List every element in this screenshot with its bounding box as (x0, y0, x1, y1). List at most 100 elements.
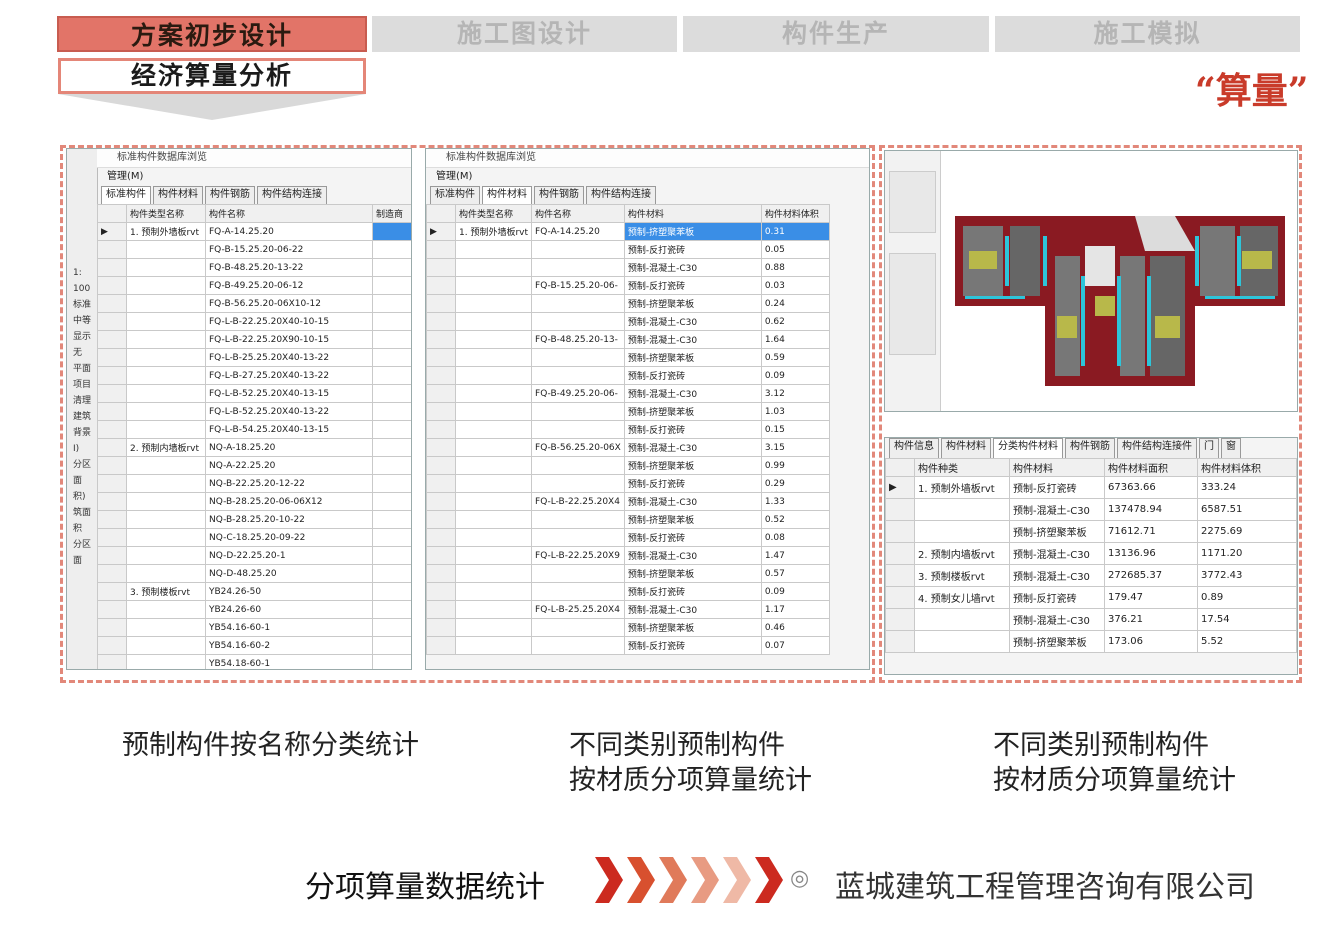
table-row[interactable]: NQ-B-28.25.20-10-22 (97, 510, 411, 529)
table-row[interactable]: ▶ 1. 预制外墙板rvt FQ-A-14.25.20 预制-挤塑聚苯板 0.3… (426, 222, 831, 241)
table-row[interactable]: NQ-B-22.25.20-12-22 (97, 474, 411, 493)
side-label: 背景 (73, 428, 92, 438)
tab-2[interactable]: 构件钢筋 (205, 186, 255, 204)
table-row[interactable]: 预制-混凝土-C30 376.21 17.54 (885, 608, 1297, 631)
type-cell (126, 636, 206, 655)
material-cell: 预制-挤塑聚苯板 (623, 456, 762, 475)
tab-2[interactable]: 构件钢筋 (534, 186, 584, 204)
tab-0[interactable]: 构件信息 (889, 438, 939, 458)
table-row[interactable]: 预制-挤塑聚苯板 0.57 (426, 564, 831, 583)
table-row[interactable]: 4. 预制女儿墙rvt 预制-反打瓷砖 179.47 0.89 (885, 586, 1297, 609)
table-row[interactable]: FQ-L-B-22.25.20X40-10-15 (97, 312, 411, 331)
table-row[interactable]: YB54.16-60-1 (97, 618, 411, 637)
tab-3[interactable]: 构件结构连接 (257, 186, 327, 204)
tab-0[interactable]: 标准构件 (430, 186, 480, 204)
material-cell: 预制-反打瓷砖 (623, 474, 762, 493)
table-row[interactable]: 2. 预制内墙板rvt 预制-混凝土-C30 13136.96 1171.20 (885, 542, 1297, 565)
material-cell: 预制-混凝土-C30 (623, 600, 762, 619)
table-row[interactable]: NQ-D-48.25.20 (97, 564, 411, 583)
table-row[interactable]: 2. 预制内墙板rvt NQ-A-18.25.20 (97, 438, 411, 457)
tab-5[interactable]: 门 (1199, 438, 1219, 458)
table-row[interactable]: 预制-反打瓷砖 0.05 (426, 240, 831, 259)
row-indicator (97, 582, 127, 601)
table-row[interactable]: 预制-混凝土-C30 0.88 (426, 258, 831, 277)
table-row[interactable]: FQ-B-56.25.20-06X10-12 (97, 294, 411, 313)
table-row[interactable]: FQ-B-15.25.20-06-22 (97, 240, 411, 259)
tab-1[interactable]: 构件材料 (482, 186, 532, 204)
maker-cell (372, 564, 411, 583)
tab-component-production[interactable]: 构件生产 (683, 16, 989, 52)
menu-manage[interactable]: 管理(M) (426, 168, 869, 186)
table-row[interactable]: FQ-B-48.25.20-13-22 (97, 258, 411, 277)
table-row[interactable]: FQ-L-B-22.25.20X90-10-15 (97, 330, 411, 349)
table-row[interactable]: NQ-A-22.25.20 (97, 456, 411, 475)
type-cell (454, 420, 533, 439)
table-row[interactable]: 3. 预制楼板rvt 预制-混凝土-C30 272685.37 3772.43 (885, 564, 1297, 587)
table-row[interactable]: 预制-挤塑聚苯板 0.46 (426, 618, 831, 637)
table-row[interactable]: FQ-L-B-25.25.20X40-13-22 (97, 348, 411, 367)
table-row[interactable]: 预制-挤塑聚苯板 1.03 (426, 402, 831, 421)
tab-1[interactable]: 构件材料 (941, 438, 991, 458)
tab-4[interactable]: 构件结构连接件 (1117, 438, 1197, 458)
table-row[interactable]: NQ-D-22.25.20-1 (97, 546, 411, 565)
table-row[interactable]: YB54.18-60-1 (97, 654, 411, 669)
table-row[interactable]: 预制-反打瓷砖 0.07 (426, 636, 831, 655)
table-row[interactable]: FQ-B-49.25.20-06- 预制-混凝土-C30 3.12 (426, 384, 831, 403)
table-row[interactable]: ▶ 1. 预制外墙板rvt FQ-A-14.25.20 (97, 222, 411, 241)
table-row[interactable]: FQ-L-B-52.25.20X40-13-15 (97, 384, 411, 403)
table-row[interactable]: 预制-反打瓷砖 0.08 (426, 528, 831, 547)
kind-cell: 4. 预制女儿墙rvt (914, 586, 1010, 609)
volume-cell: 6587.51 (1197, 498, 1297, 521)
tab-6[interactable]: 窗 (1221, 438, 1241, 458)
tab-0[interactable]: 标准构件 (101, 186, 151, 204)
table-row[interactable]: NQ-B-28.25.20-06-06X12 (97, 492, 411, 511)
table-row[interactable]: 预制-反打瓷砖 0.15 (426, 420, 831, 439)
row-indicator (97, 456, 127, 475)
table-row[interactable]: YB54.16-60-2 (97, 636, 411, 655)
table-row[interactable]: FQ-L-B-27.25.20X40-13-22 (97, 366, 411, 385)
tab-1[interactable]: 构件材料 (153, 186, 203, 204)
table-row[interactable]: NQ-C-18.25.20-09-22 (97, 528, 411, 547)
table-row[interactable]: 预制-反打瓷砖 0.29 (426, 474, 831, 493)
volume-cell: 0.52 (760, 510, 831, 529)
tab-construction-simulation[interactable]: 施工模拟 (995, 16, 1300, 52)
tab-scheme-design[interactable]: 方案初步设计 (57, 16, 367, 52)
table-row[interactable]: 预制-挤塑聚苯板 0.59 (426, 348, 831, 367)
name-cell (531, 456, 625, 475)
subtab-economic-analysis[interactable]: 经济算量分析 (58, 58, 366, 94)
table-row[interactable]: FQ-L-B-54.25.20X40-13-15 (97, 420, 411, 439)
side-label: 显示 (73, 332, 92, 342)
table-row[interactable]: ▶ 1. 预制外墙板rvt 预制-反打瓷砖 67363.66 333.24 (885, 476, 1297, 499)
tab-2[interactable]: 分类构件材料 (993, 438, 1063, 458)
table-row[interactable]: YB24.26-60 (97, 600, 411, 619)
tab-construction-drawing[interactable]: 施工图设计 (372, 16, 677, 52)
table-row[interactable]: FQ-L-B-22.25.20X4 预制-混凝土-C30 1.33 (426, 492, 831, 511)
menu-manage[interactable]: 管理(M) (97, 168, 411, 186)
table-row[interactable]: FQ-B-49.25.20-06-12 (97, 276, 411, 295)
table-row[interactable]: 3. 预制楼板rvt YB24.26-50 (97, 582, 411, 601)
tab-3[interactable]: 构件结构连接 (586, 186, 656, 204)
material-cell: 预制-混凝土-C30 (1009, 542, 1105, 565)
table-row[interactable]: 预制-反打瓷砖 0.09 (426, 582, 831, 601)
table-row[interactable]: 预制-挤塑聚苯板 0.52 (426, 510, 831, 529)
maker-cell (372, 384, 411, 403)
table-row[interactable]: 预制-挤塑聚苯板 0.99 (426, 456, 831, 475)
table-row[interactable]: 预制-挤塑聚苯板 0.24 (426, 294, 831, 313)
table-row[interactable]: FQ-L-B-25.25.20X4 预制-混凝土-C30 1.17 (426, 600, 831, 619)
table-row[interactable]: FQ-B-15.25.20-06- 预制-反打瓷砖 0.03 (426, 276, 831, 295)
table-row[interactable]: FQ-L-B-22.25.20X9 预制-混凝土-C30 1.47 (426, 546, 831, 565)
table-row[interactable]: 预制-混凝土-C30 0.62 (426, 312, 831, 331)
material-cell: 预制-挤塑聚苯板 (623, 222, 762, 241)
name-cell: NQ-D-48.25.20 (205, 564, 373, 583)
table-row[interactable]: FQ-B-48.25.20-13- 预制-混凝土-C30 1.64 (426, 330, 831, 349)
tab-3[interactable]: 构件钢筋 (1065, 438, 1115, 458)
type-cell (126, 510, 206, 529)
table-row[interactable]: 预制-挤塑聚苯板 173.06 5.52 (885, 630, 1297, 653)
table-row[interactable]: FQ-B-56.25.20-06X 预制-混凝土-C30 3.15 (426, 438, 831, 457)
table-row[interactable]: 预制-混凝土-C30 137478.94 6587.51 (885, 498, 1297, 521)
row-indicator (426, 276, 456, 295)
table-row[interactable]: 预制-反打瓷砖 0.09 (426, 366, 831, 385)
material-cell: 预制-挤塑聚苯板 (623, 510, 762, 529)
table-row[interactable]: 预制-挤塑聚苯板 71612.71 2275.69 (885, 520, 1297, 543)
table-row[interactable]: FQ-L-B-52.25.20X40-13-22 (97, 402, 411, 421)
